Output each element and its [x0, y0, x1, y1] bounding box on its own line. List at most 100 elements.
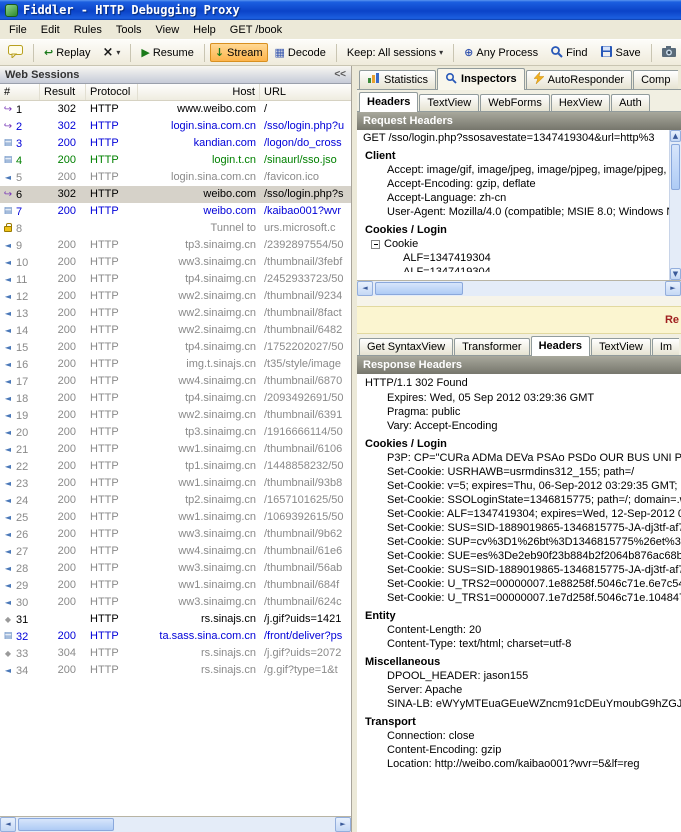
table-row[interactable]: ◆33 304 HTTP rs.sinajs.cn /j.gif?uids=20…: [0, 645, 351, 662]
tab-response-headers[interactable]: Headers: [531, 336, 590, 356]
header-line[interactable]: Set-Cookie: v=5; expires=Thu, 06-Sep-201…: [357, 479, 681, 493]
response-status-line[interactable]: HTTP/1.1 302 Found: [357, 374, 681, 391]
table-row[interactable]: ◄13 200 HTTP ww2.sinaimg.cn /thumbnail/8…: [0, 305, 351, 322]
column-header-url[interactable]: URL: [260, 84, 351, 100]
table-row[interactable]: ◄18 200 HTTP tp4.sinaimg.cn /2093492691/…: [0, 390, 351, 407]
stream-toggle-button[interactable]: ↓Stream: [210, 43, 268, 62]
save-button[interactable]: Save: [595, 42, 646, 64]
header-line[interactable]: Expires: Wed, 05 Sep 2012 03:29:36 GMT: [357, 391, 681, 405]
table-row[interactable]: ↪1 302 HTTP www.weibo.com /: [0, 101, 351, 118]
any-process-button[interactable]: ⊕Any Process: [459, 43, 543, 62]
remove-sessions-button[interactable]: ×▾: [97, 44, 125, 61]
table-row[interactable]: ◄26 200 HTTP ww3.sinaimg.cn /thumbnail/9…: [0, 526, 351, 543]
header-line[interactable]: Content-Type: text/html; charset=utf-8: [357, 637, 681, 651]
column-header-host[interactable]: Host: [138, 84, 260, 100]
collapse-toggle-icon[interactable]: [371, 240, 380, 249]
tab-request-headers[interactable]: Headers: [359, 92, 418, 112]
tab-request-textview[interactable]: TextView: [419, 94, 479, 111]
scroll-track[interactable]: [670, 142, 681, 268]
header-line[interactable]: Set-Cookie: USRHAWB=usrmdins312_155; pat…: [357, 465, 681, 479]
table-row[interactable]: ◄27 200 HTTP ww4.sinaimg.cn /thumbnail/6…: [0, 543, 351, 560]
header-line[interactable]: Cookie: [357, 237, 681, 251]
header-line[interactable]: DPOOL_HEADER: jason155: [357, 669, 681, 683]
table-row[interactable]: ◄30 200 HTTP ww3.sinaimg.cn /thumbnail/6…: [0, 594, 351, 611]
table-row[interactable]: ◄19 200 HTTP ww2.sinaimg.cn /thumbnail/6…: [0, 407, 351, 424]
header-line[interactable]: Pragma: public: [357, 405, 681, 419]
table-row[interactable]: ◄14 200 HTTP ww2.sinaimg.cn /thumbnail/6…: [0, 322, 351, 339]
table-row[interactable]: ◄16 200 HTTP img.t.sinajs.cn /t35/style/…: [0, 356, 351, 373]
menu-item-rules[interactable]: Rules: [67, 21, 109, 39]
header-line[interactable]: ALF=1347419304: [357, 251, 681, 265]
table-row[interactable]: ◄29 200 HTTP ww1.sinaimg.cn /thumbnail/6…: [0, 577, 351, 594]
tab-request-hexview[interactable]: HexView: [551, 94, 610, 111]
table-row[interactable]: ▤4 200 HTTP login.t.cn /sinaurl/sso.jso: [0, 152, 351, 169]
table-row[interactable]: ◄25 200 HTTP ww1.sinaimg.cn /1069392615/…: [0, 509, 351, 526]
menu-item-view[interactable]: View: [149, 21, 187, 39]
header-line[interactable]: Content-Length: 20: [357, 623, 681, 637]
column-header-number[interactable]: #: [0, 84, 40, 100]
tab-autoresponder[interactable]: AutoResponder: [526, 70, 632, 89]
table-row[interactable]: ◄5 200 HTTP login.sina.com.cn /favicon.i…: [0, 169, 351, 186]
menu-item-help[interactable]: Help: [186, 21, 223, 39]
header-line[interactable]: Accept-Encoding: gzip, deflate: [357, 177, 681, 191]
scroll-thumb[interactable]: [375, 282, 463, 295]
tab-response-textview[interactable]: TextView: [591, 338, 651, 355]
request-line[interactable]: GET /sso/login.php?ssosavestate=13474193…: [357, 130, 681, 145]
header-line[interactable]: ALF=1347419304: [357, 265, 681, 272]
resume-button[interactable]: ▶Resume: [136, 43, 198, 62]
scroll-track[interactable]: [16, 817, 335, 832]
column-header-result[interactable]: Result: [40, 84, 86, 100]
header-line[interactable]: Set-Cookie: SSOLoginState=1346815775; pa…: [357, 493, 681, 507]
table-row[interactable]: ↪6 302 HTTP weibo.com /sso/login.php?s: [0, 186, 351, 203]
column-header-protocol[interactable]: Protocol: [86, 84, 138, 100]
table-row[interactable]: ◄12 200 HTTP ww2.sinaimg.cn /thumbnail/9…: [0, 288, 351, 305]
decode-toggle-button[interactable]: ▦Decode: [270, 43, 331, 62]
header-line[interactable]: Connection: close: [357, 729, 681, 743]
tab-request-auth[interactable]: Auth: [611, 94, 650, 111]
table-row[interactable]: ◄11 200 HTTP tp4.sinaimg.cn /2452933723/…: [0, 271, 351, 288]
scroll-up-icon[interactable]: ▲: [670, 130, 681, 142]
comment-button[interactable]: [3, 42, 28, 64]
header-line[interactable]: Set-Cookie: U_TRS2=00000007.1e88258f.504…: [357, 577, 681, 591]
scroll-track[interactable]: [373, 281, 665, 296]
table-row[interactable]: ◄23 200 HTTP ww1.sinaimg.cn /thumbnail/9…: [0, 475, 351, 492]
tab-response-transformer[interactable]: Transformer: [454, 338, 530, 355]
header-line[interactable]: Vary: Accept-Encoding: [357, 419, 681, 433]
header-line[interactable]: Set-Cookie: U_TRS1=00000007.1e7d258f.504…: [357, 591, 681, 605]
table-row[interactable]: ◄22 200 HTTP tp1.sinaimg.cn /1448858232/…: [0, 458, 351, 475]
table-row[interactable]: ▤7 200 HTTP weibo.com /kaibao001?wvr: [0, 203, 351, 220]
tab-response-imageview[interactable]: Im: [652, 338, 679, 355]
table-row[interactable]: ▤32 200 HTTP ta.sass.sina.com.cn /front/…: [0, 628, 351, 645]
table-row[interactable]: ↪2 302 HTTP login.sina.com.cn /sso/login…: [0, 118, 351, 135]
menu-item-file[interactable]: File: [2, 21, 34, 39]
menu-item-get-book[interactable]: GET /book: [223, 21, 289, 39]
table-row[interactable]: ◄24 200 HTTP tp2.sinaimg.cn /1657101625/…: [0, 492, 351, 509]
table-row[interactable]: ◄9 200 HTTP tp3.sinaimg.cn /2392897554/5…: [0, 237, 351, 254]
table-row[interactable]: ◄28 200 HTTP ww3.sinaimg.cn /thumbnail/5…: [0, 560, 351, 577]
scroll-thumb[interactable]: [671, 144, 680, 190]
scroll-left-icon[interactable]: ◄: [357, 281, 373, 296]
scroll-down-icon[interactable]: ▼: [670, 268, 681, 280]
header-line[interactable]: Set-Cookie: SUS=SID-1889019865-134681577…: [357, 563, 681, 577]
header-line[interactable]: User-Agent: Mozilla/4.0 (compatible; MSI…: [357, 205, 681, 219]
tab-composer[interactable]: Comp: [633, 70, 678, 89]
screenshot-button[interactable]: [657, 42, 681, 63]
sessions-h-scrollbar[interactable]: ◄ ►: [0, 816, 351, 832]
table-row[interactable]: ▤3 200 HTTP kandian.com /logon/do_cross: [0, 135, 351, 152]
table-row[interactable]: 8 Tunnel to urs.microsoft.c: [0, 220, 351, 237]
table-row[interactable]: ◄20 200 HTTP tp3.sinaimg.cn /1916666114/…: [0, 424, 351, 441]
scroll-thumb[interactable]: [18, 818, 114, 831]
header-line[interactable]: SINA-LB: eWYyMTEuaGEueWZncm91cDEuYmoubG9…: [357, 697, 681, 711]
replay-button[interactable]: ↩Replay: [39, 43, 95, 62]
tab-statistics[interactable]: Statistics: [359, 70, 436, 89]
table-row[interactable]: ◄17 200 HTTP ww4.sinaimg.cn /thumbnail/6…: [0, 373, 351, 390]
menu-item-tools[interactable]: Tools: [109, 21, 149, 39]
header-line[interactable]: Accept: image/gif, image/jpeg, image/pjp…: [357, 163, 681, 177]
header-line[interactable]: Content-Encoding: gzip: [357, 743, 681, 757]
header-line[interactable]: Accept-Language: zh-cn: [357, 191, 681, 205]
header-line[interactable]: Set-Cookie: SUP=cv%3D1%26bt%3D1346815775…: [357, 535, 681, 549]
header-line[interactable]: Server: Apache: [357, 683, 681, 697]
collapse-panel-button[interactable]: <<: [334, 69, 346, 80]
scroll-right-icon[interactable]: ►: [665, 281, 681, 296]
find-button[interactable]: Find: [545, 42, 592, 64]
